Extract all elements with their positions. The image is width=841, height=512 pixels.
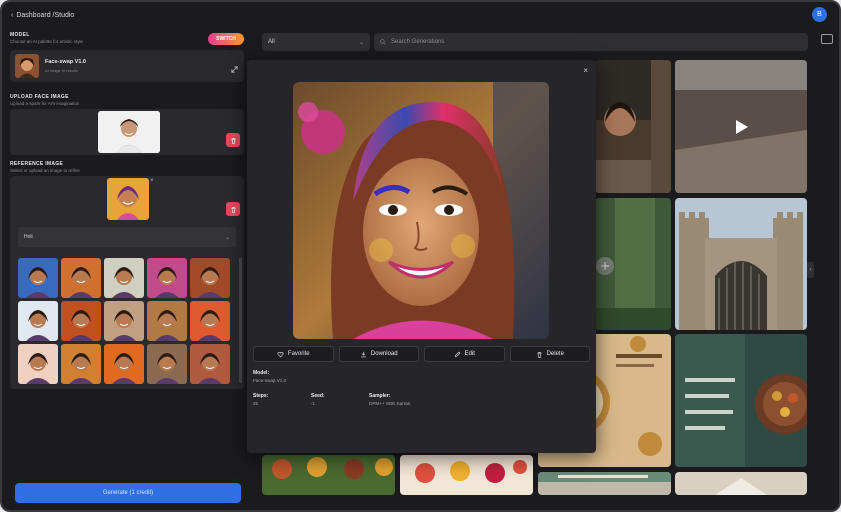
upload-panel[interactable]	[10, 109, 244, 155]
reference-subtitle: Select or upload an image to refine	[10, 168, 80, 173]
upload-subtitle: Upload a spark for AI's imagination	[10, 101, 80, 106]
generate-button-label: Generate (1 credit)	[102, 490, 154, 496]
seed-meta-value: -1	[311, 401, 316, 406]
close-icon[interactable]: ×	[583, 66, 588, 75]
heart-icon	[277, 351, 284, 357]
model-header: MODEL Choose an AI palette for artistic …	[10, 32, 83, 44]
upload-header: UPLOAD FACE IMAGE Upload a spark for AI'…	[10, 94, 79, 106]
reference-thumbnail[interactable]	[18, 301, 58, 341]
reference-thumbnail[interactable]	[190, 344, 230, 384]
search-icon	[380, 39, 386, 45]
switch-badge[interactable]: SWITCH	[208, 33, 244, 45]
swap-icon[interactable]	[230, 61, 239, 73]
gallery-tile[interactable]	[262, 455, 395, 495]
reference-thumbnail[interactable]	[61, 258, 101, 298]
avatar[interactable]: B	[812, 7, 827, 22]
reference-scrollbar[interactable]	[239, 258, 242, 383]
delete-button-label: Delete	[546, 351, 564, 357]
reference-style-select[interactable]: Holi ⌄	[18, 227, 236, 247]
download-button-label: Download	[370, 351, 398, 357]
reference-thumbnail[interactable]	[104, 301, 144, 341]
uploaded-face	[98, 111, 160, 153]
switch-badge-label: SWITCH	[216, 36, 236, 42]
image-detail-modal: × Favorite Download Edit Delete Model: F…	[247, 60, 596, 453]
avatar-initial: B	[817, 11, 822, 18]
model-thumbnail	[15, 54, 39, 78]
reference-grid	[18, 258, 232, 386]
model-sub: AI image in results	[45, 68, 78, 73]
gallery-tile[interactable]	[595, 60, 671, 193]
trash-icon	[230, 137, 236, 144]
sampler-meta-label: Sampler:	[369, 393, 391, 399]
edit-button-label: Edit	[464, 351, 475, 357]
breadcrumb-text: Dashboard /Studio	[16, 11, 75, 19]
delete-reference-button[interactable]	[226, 202, 240, 216]
reference-thumbnail[interactable]	[18, 344, 58, 384]
reference-thumbnail[interactable]	[61, 301, 101, 341]
generate-button[interactable]: Generate (1 credit)	[15, 483, 241, 503]
reference-panel: × Holi ⌄	[10, 176, 244, 389]
search-placeholder: Search Generations	[391, 39, 445, 45]
filter-select[interactable]: All ⌄	[262, 33, 370, 51]
reference-thumbnail[interactable]	[190, 301, 230, 341]
reference-thumbnail[interactable]	[104, 344, 144, 384]
gallery-tile[interactable]	[675, 472, 807, 495]
gallery-tile[interactable]	[675, 198, 807, 330]
sampler-meta-value: DPM++ SDE Karras	[369, 401, 411, 406]
model-meta-value: Face-swap V1.0	[253, 378, 287, 383]
reference-thumbnail[interactable]	[190, 258, 230, 298]
app-window: ‹ Dashboard /Studio B MODEL Choose an AI…	[0, 0, 841, 512]
upload-title: UPLOAD FACE IMAGE	[10, 94, 69, 100]
reference-style-value: Holi	[24, 234, 33, 240]
chevron-down-icon: ⌄	[358, 39, 364, 46]
gallery-tile[interactable]	[595, 198, 671, 330]
sidebar: MODEL Choose an AI palette for artistic …	[8, 30, 246, 508]
top-bar: ‹ Dashboard /Studio B	[2, 2, 839, 28]
model-name: Face-swap V1.0	[45, 59, 86, 65]
reference-thumbnail[interactable]	[104, 258, 144, 298]
remove-reference-icon[interactable]: ×	[150, 178, 154, 184]
trash-icon	[230, 206, 236, 213]
generated-portrait	[293, 82, 549, 339]
search-input[interactable]: Search Generations	[374, 33, 808, 51]
gallery-video-tile[interactable]	[675, 60, 807, 193]
delete-button[interactable]: Delete	[509, 346, 590, 362]
edit-icon	[454, 351, 460, 357]
reference-thumbnail[interactable]	[61, 344, 101, 384]
gallery-tile[interactable]	[675, 334, 807, 467]
favorite-button-label: Favorite	[287, 351, 310, 357]
seed-meta-label: Seed:	[311, 393, 325, 399]
reference-thumbnail[interactable]	[147, 301, 187, 341]
delete-upload-button[interactable]	[226, 133, 240, 147]
breadcrumb[interactable]: ‹ Dashboard /Studio	[11, 12, 74, 19]
edit-button[interactable]: Edit	[424, 346, 505, 362]
favorite-button[interactable]: Favorite	[253, 346, 334, 362]
model-subtitle: Choose an AI palette for artistic style	[10, 39, 84, 44]
steps-meta-label: Steps:	[253, 393, 269, 399]
steps-meta-value: 25	[253, 401, 259, 406]
reference-thumbnail[interactable]	[18, 258, 58, 298]
reference-title: REFERENCE IMAGE	[10, 161, 64, 167]
modal-actions: Favorite Download Edit Delete	[253, 346, 590, 362]
reference-header: REFERENCE IMAGE Select or upload an imag…	[10, 161, 80, 173]
chevron-left-icon[interactable]: ‹	[807, 262, 814, 278]
reference-selected-image[interactable]	[107, 178, 149, 220]
model-title: MODEL	[10, 32, 30, 38]
download-button[interactable]: Download	[338, 346, 419, 362]
filter-value: All	[268, 39, 275, 45]
trash-icon	[536, 351, 542, 358]
chevron-down-icon: ⌄	[224, 234, 230, 241]
gallery-tile[interactable]	[400, 455, 533, 495]
reference-thumbnail[interactable]	[147, 258, 187, 298]
model-meta-label: Model:	[253, 370, 270, 376]
reference-thumbnail[interactable]	[147, 344, 187, 384]
download-icon	[360, 351, 366, 357]
model-card[interactable]: Face-swap V1.0 AI image in results	[10, 50, 244, 82]
chevron-left-icon[interactable]: ‹	[11, 12, 13, 19]
panel-toggle-icon[interactable]	[821, 34, 833, 44]
gallery-tile[interactable]	[538, 472, 671, 495]
